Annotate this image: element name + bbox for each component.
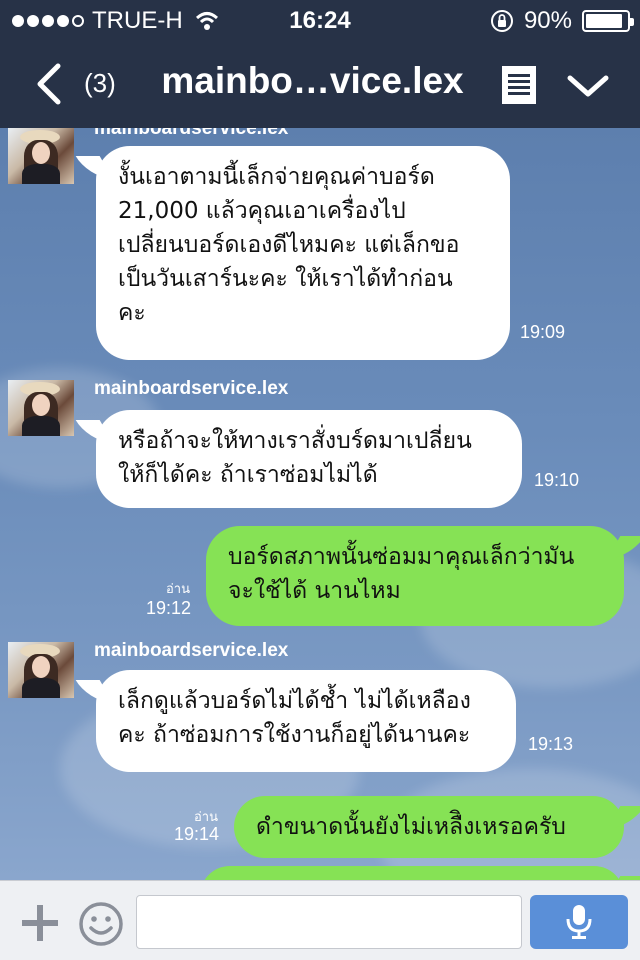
message-input[interactable] <box>136 895 522 949</box>
chevron-left-icon[interactable] <box>30 62 70 106</box>
message-text: คะ <box>118 300 146 326</box>
message-text: หรือถ้าจะให้ทางเราสั่งบร์ดมาเปลี่ยน <box>118 428 472 454</box>
message-bubble[interactable]: หรือถ้าจะให้ทางเราสั่งบร์ดมาเปลี่ยน ให้ก… <box>96 410 522 508</box>
message-bubble[interactable]: บอร์ดสภาพนั้นซ่อมมาคุณเล็กว่ามัน จะใช้ได… <box>206 526 624 626</box>
message-text: ให้ก็ได้คะ ถ้าเราซ่อมไม่ได้ <box>118 462 378 488</box>
plus-icon[interactable] <box>20 903 60 943</box>
avatar[interactable] <box>8 128 74 184</box>
status-right: 90% <box>490 7 634 35</box>
chat-message-list[interactable]: mainboardservice.lex งั้นเอาตามนี้เล็กจ่… <box>0 128 640 880</box>
message-time: 19:09 <box>520 322 566 342</box>
message-bubble[interactable]: เล็กดูแล้วบอร์ดไม่ได้ช้ำ ไม่ได้เหลือง คะ… <box>96 670 516 772</box>
note-icon[interactable] <box>502 66 536 104</box>
chat-header: (3) mainbo…vice.lex <box>0 40 640 128</box>
message-text: 21,000 แล้วคุณเอาเครื่องไป <box>118 198 406 224</box>
voice-message-button[interactable] <box>530 895 628 949</box>
message-bubble[interactable]: ดำขนาดนั้นยังไม่เหลืิงเหรอครับ <box>234 796 624 858</box>
sender-name: mainboardservice.lex <box>94 378 289 399</box>
sender-name: mainboardservice.lex <box>94 640 289 661</box>
battery-icon <box>582 10 634 32</box>
message-time: 19:12 <box>146 598 192 618</box>
message-text: เปลี่ยนบอร์ดเองดีไหมคะ แต่เล็กขอ <box>118 232 460 258</box>
message-time: 19:13 <box>528 734 574 754</box>
unread-count[interactable]: (3) <box>84 68 116 99</box>
avatar[interactable] <box>8 380 74 436</box>
message-bubble[interactable]: งั้นเอาตามนี้เล็กจ่ายคุณค่าบอร์ด 21,000 … <box>96 146 510 360</box>
battery-percent: 90% <box>523 7 572 34</box>
message-composer <box>0 880 640 960</box>
message-bubble-partial[interactable] <box>200 866 624 880</box>
chat-title[interactable]: mainbo…vice.lex <box>140 60 485 102</box>
orientation-lock-icon <box>490 10 513 32</box>
message-time: 19:14 <box>174 824 220 844</box>
emoji-icon[interactable] <box>78 901 124 947</box>
avatar[interactable] <box>8 642 74 698</box>
sender-name: mainboardservice.lex <box>94 128 289 139</box>
chevron-down-icon[interactable] <box>566 70 610 100</box>
read-receipt: อ่าน <box>166 582 190 597</box>
message-text: เล็กดูแล้วบอร์ดไม่ได้ช้ำ ไม่ได้เหลือง <box>118 688 471 714</box>
microphone-icon <box>566 905 592 939</box>
message-text: ดำขนาดนั้นยังไม่เหลืิงเหรอครับ <box>256 814 566 840</box>
message-text: งั้นเอาตามนี้เล็กจ่ายคุณค่าบอร์ด <box>118 164 435 190</box>
message-text: บอร์ดสภาพนั้นซ่อมมาคุณเล็กว่ามัน <box>228 544 575 570</box>
status-bar: TRUE-H 16:24 90% <box>0 0 640 40</box>
message-time: 19:10 <box>534 470 580 490</box>
message-text: จะใช้ได้ นานไหม <box>228 578 401 604</box>
message-text: เป็นวันเสาร์นะคะ ให้เราได้ทำก่อน <box>118 266 453 292</box>
message-text: คะ ถ้าซ่อมการใช้งานก็อยู่ได้นานคะ <box>118 722 471 748</box>
